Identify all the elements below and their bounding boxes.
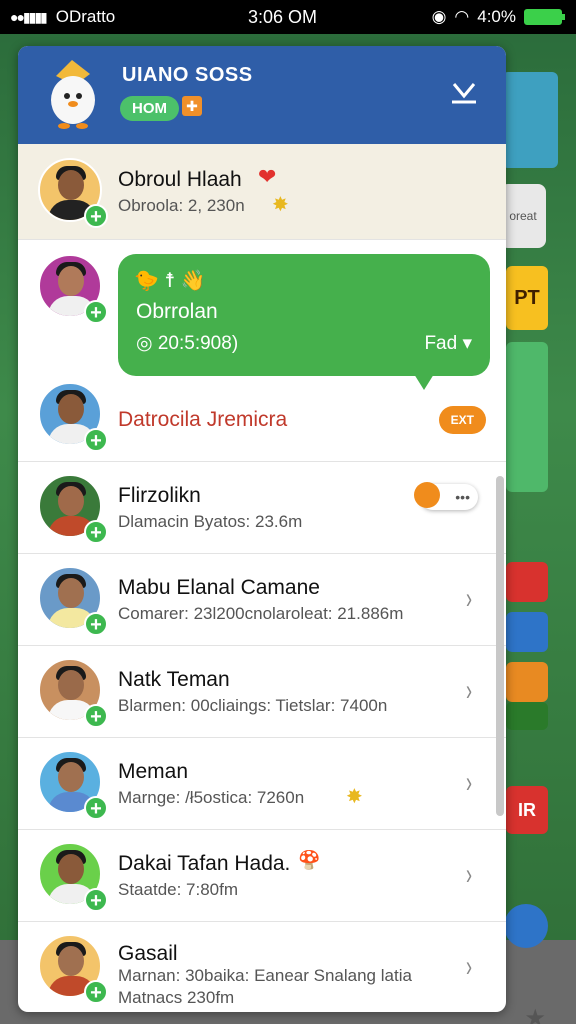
background-game-strip: oreat PT IR ★	[500, 34, 576, 1024]
add-friend-icon[interactable]: +	[84, 704, 108, 728]
bubble-dropdown-button[interactable]: Fad ▾	[424, 332, 472, 355]
panel-title: UIANO SOSS	[122, 64, 253, 86]
background-ir-tile[interactable]: IR	[506, 786, 548, 834]
friend-name: Natk Teman	[118, 668, 230, 691]
avatar: +	[38, 842, 108, 912]
bubble-emoji-icons: 🐤 ☨ 👋	[134, 270, 206, 292]
scrollbar[interactable]	[496, 476, 504, 816]
background-up-button[interactable]	[506, 562, 548, 602]
add-friend-icon[interactable]: +	[84, 520, 108, 544]
chevron-right-icon[interactable]: ›	[466, 950, 472, 984]
background-person-button[interactable]	[506, 612, 548, 652]
wifi-icon: ◠	[454, 7, 470, 26]
friend-name: Datrocila Jremicra	[118, 408, 288, 431]
battery-percent: 4:0%	[477, 7, 516, 26]
friend-status: Marnan: 30baika: Eanear Snalang latia	[118, 966, 412, 985]
friend-row[interactable]: + Natk Teman Blarmen: 00cliaings: Tietsl…	[18, 646, 506, 738]
friends-panel: UIANO SOSS HOM ✚ + Obroul Hlaah ❤ Obrool…	[18, 46, 506, 1012]
exit-button[interactable]: EXT	[438, 406, 486, 434]
friend-row[interactable]: + Meman Marnge: /ł5ostica: 7260n ✸ ›	[18, 738, 506, 830]
background-avatar	[502, 72, 558, 168]
friend-status: Staatde: 7:80fm	[118, 880, 239, 899]
chat-bubble[interactable]: 🐤 ☨ 👋 Obrrolan ◎ 20:5:908) Fad ▾	[118, 254, 490, 390]
chevron-right-icon[interactable]: ›	[466, 766, 472, 800]
avatar: +	[38, 934, 108, 1004]
mascot-icon	[51, 60, 95, 129]
chat-icon[interactable]: •••	[414, 482, 478, 510]
battery-icon	[524, 9, 565, 25]
bubble-time: ◎ 20:5:908)	[136, 333, 239, 354]
collapse-icon[interactable]	[450, 80, 478, 106]
sun-icon: ✸	[346, 786, 363, 808]
avatar: +	[38, 566, 108, 636]
avatar: +	[38, 254, 108, 324]
avatar: +	[38, 474, 108, 544]
heart-icon: ❤	[258, 164, 277, 189]
clock: 3:06 OM	[248, 6, 318, 27]
add-friend-icon[interactable]: +	[84, 888, 108, 912]
chevron-right-icon[interactable]: ›	[466, 858, 472, 892]
background-orcat-button[interactable]: oreat	[500, 184, 546, 248]
add-friend-icon[interactable]: +	[84, 980, 108, 1004]
friend-status: Dlamacin Byatos: 23.6m	[118, 512, 303, 531]
background-gear-icon[interactable]	[504, 904, 548, 948]
friend-name: Dakai Tafan Hada.	[118, 852, 291, 875]
avatar: +	[38, 158, 108, 228]
friend-status-line2: Matnacs 230fm	[118, 988, 235, 1007]
background-puzzle-button[interactable]	[506, 662, 548, 702]
chat-dots: •••	[455, 489, 470, 505]
home-badge[interactable]: HOM	[120, 96, 179, 121]
chevron-right-icon[interactable]: ›	[466, 674, 472, 708]
add-friend-icon[interactable]: +	[84, 428, 108, 452]
friend-name: Gasail	[118, 942, 178, 965]
friend-row[interactable]: + Datrocila Jremicra EXT	[18, 378, 506, 462]
avatar: +	[38, 658, 108, 728]
fox-icon	[414, 482, 440, 508]
friend-name: Obroul Hlaah	[118, 168, 242, 191]
alarm-icon: ◉	[431, 7, 447, 26]
background-pt-tile[interactable]: PT	[506, 266, 548, 330]
add-friend-icon[interactable]: +	[84, 204, 108, 228]
add-friend-icon[interactable]: +	[84, 300, 108, 324]
friend-row[interactable]: + Obroul Hlaah ❤ Obroola: 2, 230n ✸	[18, 144, 506, 240]
friend-row[interactable]: + Dakai Tafan Hada. 🍄 Staatde: 7:80fm ›	[18, 830, 506, 922]
sun-icon: ✸	[272, 194, 289, 216]
bubble-name: Obrrolan	[136, 300, 218, 323]
signal-icon: ●●▮▮▮▮	[10, 8, 48, 25]
background-green-tile	[506, 342, 548, 492]
friend-row[interactable]: + Flirzolikn Dlamacin Byatos: 23.6m •••	[18, 462, 506, 554]
add-friend-icon[interactable]: +	[84, 612, 108, 636]
friend-status: Comarer: 23l200cnolaroleat: 21.886m	[118, 604, 404, 623]
add-friend-icon[interactable]: +	[84, 796, 108, 820]
friend-row[interactable]: + Mabu Elanal Camane Comarer: 23l200cnol…	[18, 554, 506, 646]
carrier-label: ODratto	[55, 7, 116, 26]
friend-status: Marnge: /ł5ostica: 7260n	[118, 788, 305, 807]
mushroom-icon: 🍄	[298, 850, 321, 870]
status-bar: ●●▮▮▮▮ ODratto 3:06 OM ◉ ◠ 4:0%	[0, 0, 576, 34]
avatar: +	[38, 750, 108, 820]
friend-status: Blarmen: 00cliaings: Tietslar: 7400n	[118, 696, 388, 715]
friend-name: Flirzolikn	[118, 484, 201, 507]
gift-icon[interactable]: ✚	[182, 96, 202, 116]
friend-name: Mabu Elanal Camane	[118, 576, 320, 599]
friend-name: Meman	[118, 760, 189, 783]
friend-status: Obroola: 2, 230n	[118, 196, 245, 215]
chevron-right-icon[interactable]: ›	[466, 582, 472, 616]
avatar: +	[38, 382, 108, 452]
background-plus-button[interactable]	[506, 702, 548, 730]
friend-row[interactable]: + Gasail Marnan: 30baika: Eanear Snalang…	[18, 922, 506, 1012]
panel-header: UIANO SOSS HOM ✚	[18, 46, 506, 144]
background-star-icon[interactable]: ★	[524, 1004, 546, 1024]
